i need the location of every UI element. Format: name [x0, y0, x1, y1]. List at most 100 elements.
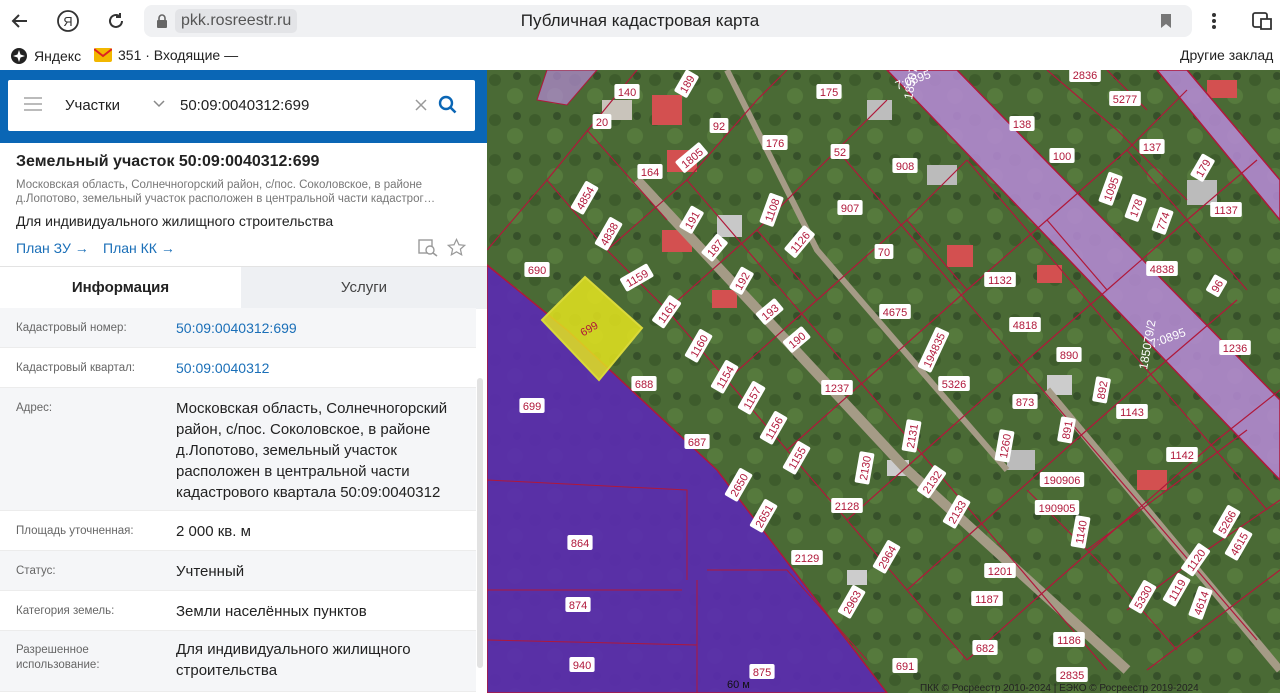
bookmark-icon[interactable] — [1152, 7, 1180, 35]
parcel-label[interactable]: 940 — [569, 657, 595, 672]
cadastral-map[interactable]: 699 185079/2 7:0895 185079/2 7:0895 140 1… — [487, 70, 1280, 693]
parcel-label[interactable]: 164 — [637, 164, 663, 179]
parcel-number: 140 — [618, 87, 636, 99]
plan-kk-link[interactable]: План КК → — [103, 240, 175, 256]
search-type-select[interactable]: Участки — [65, 97, 120, 114]
parcel-number: 1142 — [1170, 450, 1194, 462]
parcel-number: 1132 — [988, 275, 1012, 287]
cadastral-quarter-link[interactable]: 50:09:0040312 — [176, 358, 472, 379]
zoom-to-parcel-icon[interactable] — [418, 239, 438, 262]
parcel-label[interactable]: 190905 — [1034, 500, 1080, 515]
parcel-label[interactable]: 874 — [565, 597, 591, 612]
parcel-number: 190905 — [1039, 503, 1076, 515]
parcel-label[interactable]: 176 — [762, 135, 788, 150]
tab-services[interactable]: Услуги — [241, 267, 487, 309]
address-bar[interactable] — [144, 5, 1192, 37]
parcel-label[interactable]: 687 — [684, 434, 710, 449]
parcel-label[interactable]: 1186 — [1053, 632, 1085, 647]
parcel-label[interactable]: 137 — [1139, 139, 1165, 154]
parcel-number: 690 — [528, 265, 546, 277]
other-bookmarks[interactable]: Другие заклад — [1180, 47, 1273, 63]
parcel-number: 691 — [896, 661, 914, 673]
parcel-label[interactable]: 1236 — [1219, 340, 1251, 355]
url-text[interactable]: pkk.rosreestr.ru — [175, 9, 298, 33]
parcel-number: 190906 — [1044, 475, 1081, 487]
row-label: Разрешенное использование: — [16, 644, 100, 671]
parcel-label[interactable]: 1143 — [1116, 404, 1148, 419]
parcel-label[interactable]: 2128 — [831, 498, 863, 513]
parcel-number: 1187 — [975, 594, 999, 606]
parcel-label[interactable]: 52 — [830, 144, 850, 159]
parcel-label[interactable]: 864 — [567, 535, 593, 550]
row-label: Кадастровый номер: — [16, 322, 127, 334]
search-input[interactable]: 50:09:0040312:699 — [180, 97, 309, 114]
parcel-label[interactable]: 1187 — [971, 591, 1003, 606]
address-value: Московская область, Солнечногорский райо… — [176, 400, 448, 501]
parcel-label[interactable]: 175 — [816, 84, 842, 99]
hamburger-menu-icon[interactable] — [24, 97, 42, 116]
parcel-label[interactable]: 1132 — [984, 272, 1016, 287]
parcel-label[interactable]: 690 — [524, 262, 550, 277]
parcel-label[interactable]: 699 — [519, 398, 545, 413]
parcel-label[interactable]: 138 — [1009, 116, 1035, 131]
cadastral-number-link[interactable]: 50:09:0040312:699 — [176, 318, 472, 339]
parcel-label[interactable]: 682 — [972, 640, 998, 655]
parcel-number: 4675 — [883, 307, 907, 319]
info-row: Кадастровый номер: 50:09:0040312:699 — [0, 308, 476, 348]
parcel-label[interactable]: 1142 — [1166, 447, 1198, 462]
back-icon[interactable] — [6, 7, 34, 35]
info-table: Кадастровый номер: 50:09:0040312:699 Кад… — [0, 308, 476, 692]
parcel-label[interactable]: 907 — [837, 200, 863, 215]
parcel-label[interactable]: 140 — [614, 84, 640, 99]
plan-zu-link[interactable]: План ЗУ → — [16, 240, 89, 256]
tab-information[interactable]: Информация — [0, 267, 241, 309]
parcel-number: 907 — [841, 203, 859, 215]
browser-toolbar: Я pkk.rosreestr.ru Публичная кадастровая… — [0, 0, 1280, 42]
parcel-number: 940 — [573, 660, 591, 672]
chevron-down-icon[interactable] — [153, 96, 165, 114]
sidebar-icon[interactable] — [1248, 7, 1276, 35]
bookmark-mail[interactable]: 351 · Входящие — — [94, 47, 238, 63]
parcel-label[interactable]: 4675 — [879, 304, 911, 319]
clear-icon[interactable] — [414, 98, 428, 117]
parcel-label[interactable]: 5277 — [1109, 91, 1141, 106]
parcel-label[interactable]: 1237 — [821, 380, 853, 395]
parcel-number: 2129 — [795, 553, 819, 565]
parcel-label[interactable]: 890 — [1056, 347, 1082, 362]
parcel-label[interactable]: 2836 — [1069, 70, 1101, 82]
parcel-label[interactable]: 92 — [709, 118, 729, 133]
reload-icon[interactable] — [102, 7, 130, 35]
search-icon[interactable] — [438, 95, 458, 120]
bookmark-yandex[interactable]: Яндекс — [10, 47, 81, 65]
parcel-label[interactable]: 190906 — [1039, 472, 1085, 487]
parcel-label[interactable]: 691 — [892, 658, 918, 673]
parcel-label[interactable]: 2835 — [1056, 667, 1088, 682]
lock-icon[interactable] — [152, 11, 172, 31]
menu-dots-icon[interactable] — [1200, 7, 1228, 35]
parcel-number: 70 — [878, 247, 890, 259]
land-category-value: Земли населённых пунктов — [176, 603, 367, 620]
panel-scrollbar[interactable] — [477, 378, 483, 668]
parcel-address-short: Московская область, Солнечногорский райо… — [16, 178, 476, 206]
star-icon[interactable] — [446, 237, 467, 262]
parcel-label[interactable]: 70 — [874, 244, 894, 259]
search-box: Участки 50:09:0040312:699 — [8, 80, 475, 131]
info-panel: Участки 50:09:0040312:699 Земельный учас… — [0, 70, 487, 693]
parcel-number: 1236 — [1223, 343, 1247, 355]
parcel-label[interactable]: 4838 — [1146, 261, 1178, 276]
parcel-label[interactable]: 4818 — [1009, 317, 1041, 332]
yandex-logo-icon — [11, 48, 27, 64]
parcel-label[interactable]: 100 — [1049, 148, 1075, 163]
parcel-label[interactable]: 1201 — [984, 563, 1016, 578]
parcel-label[interactable]: 688 — [631, 376, 657, 391]
parcel-label[interactable]: 873 — [1012, 394, 1038, 409]
parcel-label[interactable]: 2129 — [791, 550, 823, 565]
parcel-label[interactable]: 1137 — [1210, 202, 1242, 217]
yandex-icon[interactable]: Я — [54, 7, 82, 35]
parcel-label[interactable]: 20 — [592, 114, 612, 129]
parcel-label[interactable]: 908 — [892, 158, 918, 173]
parcel-label[interactable]: 5326 — [938, 376, 970, 391]
parcel-number: 164 — [641, 167, 659, 179]
parcel-number: 699 — [523, 401, 541, 413]
parcel-label[interactable]: 875 — [749, 664, 775, 679]
